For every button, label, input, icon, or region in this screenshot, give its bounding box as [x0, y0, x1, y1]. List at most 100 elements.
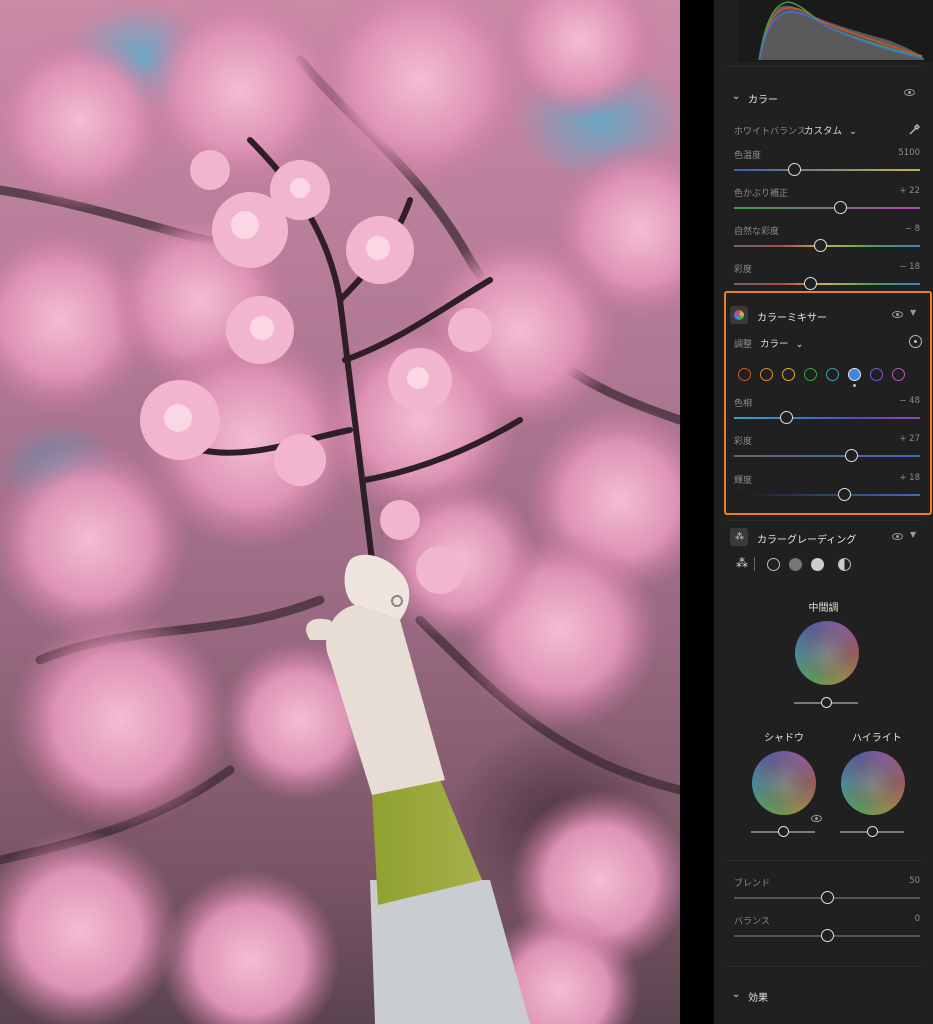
mixer-slider-label: 彩度: [734, 437, 753, 447]
color-swatch-1[interactable]: [760, 368, 773, 381]
mixer-slider-row: 色相 − 48: [732, 396, 920, 430]
adjust-label: 調整: [734, 340, 753, 350]
mixer-slider-track[interactable]: [734, 455, 920, 457]
white-balance-row: ホワイトバランス カスタム ⌄: [734, 122, 922, 138]
color-slider-thumb[interactable]: [813, 239, 827, 252]
highlight-label: ハイライト: [852, 733, 902, 744]
color-grading-title: カラーグレーディング: [757, 535, 857, 546]
selected-indicator-dot: [853, 384, 856, 387]
shadow-wheel[interactable]: [752, 751, 816, 815]
midtone-luminance-thumb[interactable]: [821, 697, 832, 708]
mixer-slider-row: 彩度 + 27: [732, 434, 920, 468]
mixer-slider-value[interactable]: + 27: [899, 434, 920, 444]
color-section-title: カラー: [748, 95, 778, 106]
color-swatch-7[interactable]: [892, 368, 905, 381]
color-swatch-0[interactable]: [738, 368, 751, 381]
mixer-slider-thumb[interactable]: [780, 411, 794, 424]
color-swatch-4[interactable]: [826, 368, 839, 381]
caret-down-icon[interactable]: ▼: [910, 308, 916, 317]
tool-separator: [754, 557, 755, 571]
caret-down-icon[interactable]: ▼: [910, 530, 916, 539]
color-swatch-6[interactable]: [870, 368, 883, 381]
grading-slider-thumb[interactable]: [821, 891, 834, 904]
mixer-slider-value[interactable]: − 48: [899, 396, 920, 406]
mixer-slider-thumb[interactable]: [837, 488, 851, 501]
grading-slider-thumb[interactable]: [821, 929, 834, 942]
color-wheel-icon: [734, 310, 744, 320]
edit-panel: ⌄ カラー ホワイトバランス カスタム ⌄ 色温度 5100 色かぶり補正 + 22 自…: [714, 0, 933, 1024]
adjust-value: カラー: [760, 339, 789, 350]
chevron-down-icon: ⌄: [732, 91, 741, 102]
color-slider-track[interactable]: [734, 245, 920, 247]
color-slider-track[interactable]: [734, 169, 920, 171]
color-mixer-header[interactable]: カラーミキサー ▼: [730, 305, 925, 327]
color-grading-header[interactable]: ⁂ カラーグレーディング ▼: [730, 527, 925, 549]
highlight-tone-icon[interactable]: [811, 558, 824, 571]
highlight-luminance-thumb[interactable]: [867, 826, 878, 837]
color-mixer-title: カラーミキサー: [757, 313, 827, 324]
chevron-down-icon: ⌄: [795, 339, 804, 350]
white-balance-label: ホワイトバランス: [734, 127, 806, 137]
color-slider-value[interactable]: − 8: [905, 224, 920, 234]
mixer-slider-label: 色相: [734, 399, 753, 409]
color-slider-thumb[interactable]: [787, 163, 801, 176]
midtone-wheel[interactable]: [795, 621, 859, 685]
color-slider-row: 色温度 5100: [732, 148, 920, 182]
three-circles-icon: ⁂: [735, 532, 744, 542]
global-tone-icon[interactable]: [838, 558, 851, 571]
mixer-slider-row: 輝度 + 18: [732, 473, 920, 507]
chevron-down-icon: ⌄: [732, 989, 741, 1000]
effects-section-title: 効果: [748, 993, 768, 1004]
mixer-slider-track[interactable]: [734, 417, 920, 419]
midtone-tone-icon[interactable]: [789, 558, 802, 571]
color-slider-label: 彩度: [734, 265, 753, 275]
color-section-header[interactable]: ⌄ カラー: [714, 80, 933, 116]
color-slider-track[interactable]: [734, 283, 920, 285]
color-swatch-5[interactable]: [848, 368, 861, 381]
color-swatch-2[interactable]: [782, 368, 795, 381]
color-slider-value[interactable]: 5100: [898, 148, 920, 158]
chevron-down-icon: ⌄: [849, 126, 858, 137]
color-swatch-3[interactable]: [804, 368, 817, 381]
histogram: [738, 0, 933, 62]
photo-canvas[interactable]: [0, 0, 680, 1024]
shadow-luminance-thumb[interactable]: [778, 826, 789, 837]
color-slider-thumb[interactable]: [834, 201, 848, 214]
mixer-slider-value[interactable]: + 18: [899, 473, 920, 483]
adjust-row: 調整 カラー ⌄: [734, 335, 922, 351]
eye-icon[interactable]: [904, 89, 915, 96]
white-balance-dropdown[interactable]: カスタム ⌄: [804, 123, 857, 137]
color-slider-row: 色かぶり補正 + 22: [732, 186, 920, 220]
eyedropper-icon[interactable]: [908, 122, 922, 136]
grading-slider-value[interactable]: 0: [915, 914, 920, 924]
mixer-slider-thumb[interactable]: [845, 449, 859, 462]
effects-section-header[interactable]: ⌄ 効果: [714, 978, 933, 1014]
color-slider-label: 自然な彩度: [734, 227, 780, 237]
color-slider-thumb[interactable]: [804, 277, 818, 290]
mixer-slider-label: 輝度: [734, 476, 753, 486]
grading-slider-label: ブレンド: [734, 879, 771, 889]
grading-slider-label: バランス: [734, 917, 770, 927]
midtone-label: 中間調: [808, 603, 839, 614]
adjust-dropdown[interactable]: カラー ⌄: [760, 336, 804, 350]
grading-slider-row: ブレンド 50: [732, 876, 920, 910]
grading-slider-value[interactable]: 50: [909, 876, 920, 886]
shadow-tone-icon[interactable]: [767, 558, 780, 571]
color-slider-value[interactable]: − 18: [899, 262, 920, 272]
color-slider-row: 自然な彩度 − 8: [732, 224, 920, 258]
target-adjust-dot: [914, 340, 917, 343]
shadow-label: シャドウ: [764, 733, 804, 744]
color-slider-track[interactable]: [734, 207, 920, 209]
grading-slider-row: バランス 0: [732, 914, 920, 948]
color-slider-label: 色温度: [734, 151, 762, 161]
mixer-slider-track[interactable]: [734, 494, 920, 496]
color-slider-value[interactable]: + 22: [899, 186, 920, 196]
highlight-wheel[interactable]: [841, 751, 905, 815]
three-way-icon[interactable]: ⁂: [736, 556, 748, 570]
color-slider-label: 色かぶり補正: [734, 189, 789, 199]
eye-icon[interactable]: [892, 533, 903, 540]
white-balance-value: カスタム: [804, 126, 843, 137]
eye-icon[interactable]: [811, 815, 822, 822]
photo-image: [0, 0, 680, 1024]
eye-icon[interactable]: [892, 311, 903, 318]
